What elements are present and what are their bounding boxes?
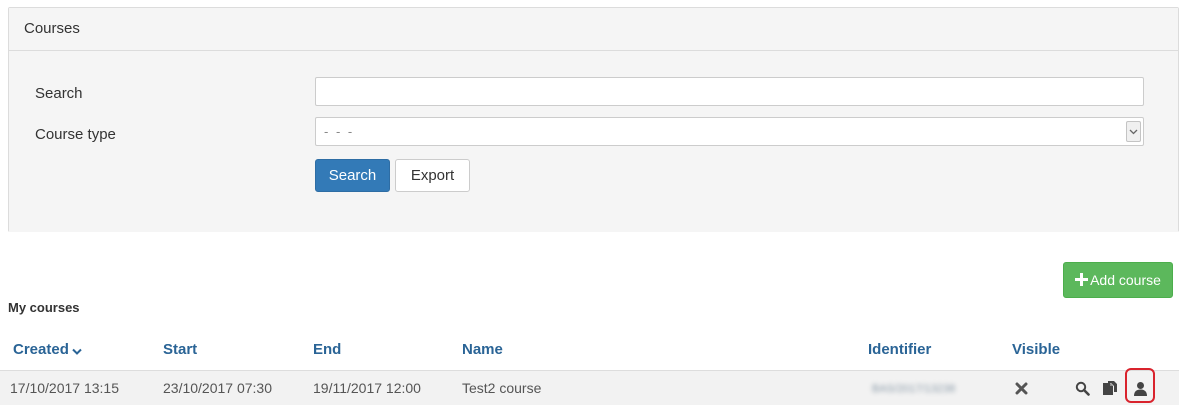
add-course-button[interactable]: Add course	[1063, 262, 1173, 298]
cell-start: 23/10/2017 07:30	[163, 380, 272, 396]
x-icon	[1011, 378, 1031, 398]
cell-name: Test2 course	[462, 380, 542, 396]
chevron-down-icon	[72, 342, 82, 359]
panel-title: Courses	[9, 8, 1178, 51]
table-row[interactable]: 17/10/2017 13:15 23/10/2017 07:30 19/11/…	[0, 370, 1179, 405]
cell-end: 19/11/2017 12:00	[313, 380, 421, 396]
course-type-selected-value: - - -	[324, 124, 355, 139]
search-label: Search	[35, 85, 83, 102]
column-header-created[interactable]: Created	[13, 341, 82, 359]
chevron-down-icon[interactable]	[1126, 121, 1141, 142]
column-header-start[interactable]: Start	[163, 341, 197, 358]
cell-created: 17/10/2017 13:15	[10, 380, 119, 396]
search-button[interactable]: Search	[315, 159, 390, 192]
course-type-select[interactable]: - - -	[315, 117, 1144, 146]
export-button[interactable]: Export	[395, 159, 470, 192]
add-course-label: Add course	[1090, 272, 1161, 288]
courses-filter-panel: Courses Search Course type - - - Search …	[8, 7, 1179, 232]
user-icon-highlight	[1125, 368, 1155, 403]
my-courses-title: My courses	[8, 300, 80, 315]
column-header-end[interactable]: End	[313, 341, 341, 358]
filter-form: Search Course type - - - Search Export	[9, 51, 1178, 232]
view-icon[interactable]	[1072, 378, 1092, 398]
column-header-identifier[interactable]: Identifier	[868, 341, 931, 358]
copy-icon[interactable]	[1100, 378, 1120, 398]
column-header-name[interactable]: Name	[462, 341, 503, 358]
cell-identifier: BAS/2017/13238	[872, 383, 956, 395]
plus-icon	[1075, 272, 1089, 289]
search-input[interactable]	[315, 77, 1144, 106]
column-header-visible[interactable]: Visible	[1012, 341, 1060, 358]
course-type-label: Course type	[35, 126, 116, 143]
